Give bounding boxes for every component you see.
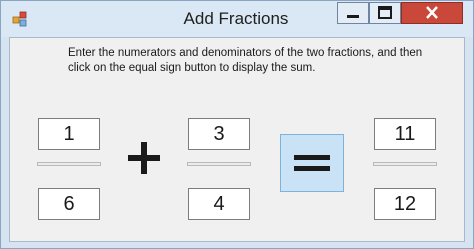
instructions-label: Enter the numerators and denominators of… (68, 47, 423, 74)
maximize-icon (378, 6, 392, 19)
fraction2-numerator-input[interactable] (188, 118, 250, 150)
title-bar[interactable]: Add Fractions (1, 1, 473, 37)
close-button[interactable] (401, 2, 463, 24)
plus-icon (128, 142, 160, 174)
equal-button[interactable] (280, 134, 344, 192)
result-bar (373, 162, 437, 166)
close-icon (426, 6, 438, 19)
fraction1-bar (37, 162, 101, 166)
fraction2-bar (187, 162, 251, 166)
fraction2-denominator-input[interactable] (188, 188, 250, 220)
client-area: Enter the numerators and denominators of… (9, 37, 465, 242)
window-title: Add Fractions (183, 9, 289, 28)
app-icon (12, 11, 27, 27)
minimize-button[interactable] (337, 2, 369, 24)
fraction1-numerator-input[interactable] (38, 118, 100, 150)
result-numerator-output (374, 118, 436, 150)
equals-icon (294, 155, 330, 171)
maximize-button[interactable] (369, 2, 401, 24)
add-fractions-window: Add Fractions Enter the numerators and d… (0, 0, 474, 249)
minimize-icon (347, 15, 359, 18)
fraction1-denominator-input[interactable] (38, 188, 100, 220)
result-denominator-output (374, 188, 436, 220)
